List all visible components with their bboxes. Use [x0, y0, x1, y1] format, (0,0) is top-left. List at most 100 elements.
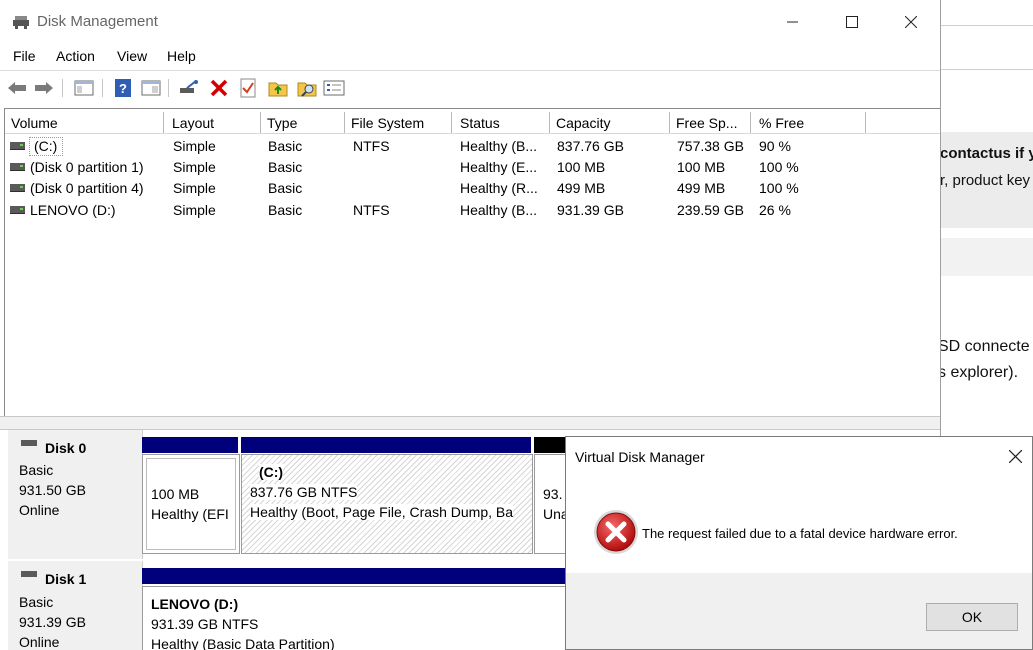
toolbar-separator: [102, 79, 103, 97]
cell-layout: Simple: [173, 138, 216, 154]
delete-button[interactable]: [208, 77, 230, 99]
cell-volume: (Disk 0 partition 1): [30, 159, 144, 175]
disk-1-info[interactable]: Disk 1 Basic 931.39 GB Online: [8, 561, 143, 650]
console-tree-button[interactable]: [73, 77, 95, 99]
maximize-icon: [846, 16, 858, 28]
column-header-type[interactable]: Type: [261, 112, 345, 133]
column-header-volume[interactable]: Volume: [5, 112, 164, 133]
cell-volume: (Disk 0 partition 4): [30, 180, 144, 196]
check-icon: [240, 78, 256, 98]
cell-file-system: NTFS: [353, 202, 390, 218]
cell-free-space: 499 MB: [677, 180, 726, 196]
menu-help[interactable]: Help: [167, 48, 196, 64]
close-button[interactable]: [888, 6, 934, 38]
maximize-button[interactable]: [829, 6, 875, 38]
properties-icon: [141, 80, 161, 96]
bg-text-line: SD connecte: [940, 338, 1030, 355]
minimize-button[interactable]: [770, 6, 816, 38]
forward-button[interactable]: [33, 77, 55, 99]
partition-size: 100 MB: [151, 486, 200, 502]
volume-row[interactable]: (Disk 0 partition 1) Simple Basic Health…: [5, 157, 940, 178]
close-icon: [905, 16, 917, 28]
ok-button[interactable]: OK: [926, 603, 1018, 631]
forward-icon: [35, 82, 53, 94]
pane-splitter[interactable]: [0, 416, 940, 430]
volume-row[interactable]: (C:) Simple Basic NTFS Healthy (B... 837…: [5, 136, 940, 157]
minimize-icon: [787, 21, 798, 23]
bg-text-line: contactus if y: [940, 145, 1033, 162]
connect-icon: [180, 80, 198, 93]
disk-name: Disk 1: [45, 571, 87, 587]
cell-percent-free: 90 %: [759, 138, 791, 154]
bg-text-line: s explorer).: [940, 364, 1019, 381]
partition-c[interactable]: (C:) 837.76 GB NTFS Healthy (Boot, Page …: [241, 454, 533, 554]
disk-type: Basic: [19, 462, 54, 478]
cell-free-space: 757.38 GB: [677, 138, 744, 154]
help-icon: ?: [115, 79, 131, 97]
cell-type: Basic: [268, 138, 303, 154]
drive-icon: [10, 184, 25, 192]
menu-action[interactable]: Action: [56, 48, 95, 64]
drive-icon: [10, 142, 25, 150]
divider: [940, 69, 1033, 70]
drive-icon: [10, 206, 25, 214]
column-header-file-system[interactable]: File System: [345, 112, 452, 133]
partition-header-bar: [142, 437, 238, 453]
partition-size: 93.: [543, 486, 563, 502]
dialog-body: The request failed due to a fatal device…: [566, 475, 1032, 573]
back-icon: [8, 82, 26, 94]
cell-layout: Simple: [173, 159, 216, 175]
back-button[interactable]: [6, 77, 28, 99]
disk-0-info[interactable]: Disk 0 Basic 931.50 GB Online: [8, 430, 143, 559]
partition-size: 931.39 GB NTFS: [151, 616, 259, 632]
help-button[interactable]: ?: [112, 77, 134, 99]
column-header-percent-free[interactable]: % Free: [753, 112, 866, 133]
drive-icon: [10, 163, 25, 171]
partition-efi[interactable]: 100 MB Healthy (EFI: [142, 454, 240, 554]
partition-status: Healthy (Boot, Page File, Crash Dump, Ba: [250, 504, 514, 520]
cell-percent-free: 100 %: [759, 180, 799, 196]
volume-row[interactable]: LENOVO (D:) Simple Basic NTFS Healthy (B…: [5, 200, 940, 221]
dialog-message: The request failed due to a fatal device…: [642, 526, 958, 541]
connect-button[interactable]: [178, 77, 200, 99]
error-dialog: Virtual Disk Manager The request failed …: [565, 436, 1033, 650]
cell-status: Healthy (B...: [460, 202, 538, 218]
volume-list[interactable]: Volume Layout Type File System Status Ca…: [4, 108, 940, 418]
volume-row[interactable]: (Disk 0 partition 4) Simple Basic Health…: [5, 178, 940, 199]
partition-d[interactable]: LENOVO (D:) 931.39 GB NTFS Healthy (Basi…: [142, 586, 584, 650]
dialog-title: Virtual Disk Manager: [575, 449, 705, 465]
partition-frame: [146, 458, 236, 550]
column-header-row: Volume Layout Type File System Status Ca…: [5, 112, 940, 134]
column-header-capacity[interactable]: Capacity: [550, 112, 670, 133]
search-folder-button[interactable]: [296, 77, 318, 99]
cell-free-space: 239.59 GB: [677, 202, 744, 218]
title-bar[interactable]: Disk Management: [0, 0, 940, 44]
menu-file[interactable]: File: [13, 48, 36, 64]
cell-status: Healthy (R...: [460, 180, 538, 196]
close-icon: [1008, 449, 1022, 463]
delete-icon: [210, 79, 228, 97]
disk-state: Online: [19, 502, 60, 518]
error-icon: [594, 510, 638, 554]
dialog-footer: OK: [566, 573, 1032, 649]
dialog-close-button[interactable]: [1004, 445, 1026, 467]
cell-capacity: 837.76 GB: [557, 138, 624, 154]
column-header-status[interactable]: Status: [454, 112, 550, 133]
column-header-layout[interactable]: Layout: [166, 112, 261, 133]
cell-type: Basic: [268, 202, 303, 218]
partition-header-bar: [142, 568, 582, 584]
properties-button[interactable]: [140, 77, 162, 99]
menu-view[interactable]: View: [117, 48, 147, 64]
cell-volume: LENOVO (D:): [30, 202, 116, 218]
cell-capacity: 499 MB: [557, 180, 606, 196]
toolbar-separator: [62, 79, 63, 97]
column-header-free-space[interactable]: Free Sp...: [670, 112, 751, 133]
console-tree-icon: [74, 80, 94, 96]
disk-size: 931.50 GB: [19, 482, 86, 498]
check-button[interactable]: [237, 77, 259, 99]
partition-title: (C:): [259, 464, 284, 480]
svg-text:?: ?: [119, 81, 127, 96]
list-button[interactable]: [323, 77, 345, 99]
cell-free-space: 100 MB: [677, 159, 726, 175]
up-folder-button[interactable]: [267, 77, 289, 99]
